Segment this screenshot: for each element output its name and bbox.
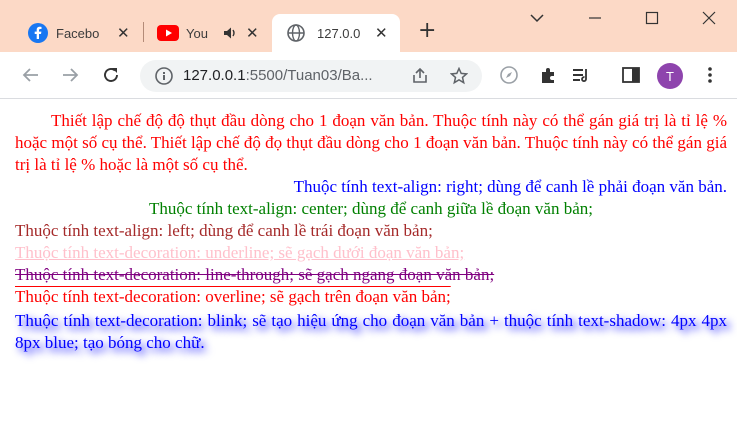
tab-label: You [186,25,208,41]
extensions-puzzle-icon[interactable] [538,64,560,86]
close-tab-icon[interactable]: ✕ [117,24,130,42]
browser-toolbar: 127.0.0.1:5500/Tuan03/Ba... [0,52,737,99]
forward-button[interactable] [59,64,81,86]
close-window-button[interactable] [697,6,721,30]
minimize-button[interactable] [583,6,607,30]
side-panel-icon[interactable] [620,64,642,86]
tab-search-icon[interactable] [525,6,549,30]
site-info-icon[interactable] [154,66,174,86]
url-path: :5500/Tuan03/Ba... [245,67,373,84]
text-indent-paragraph: Thiết lập chế độ độ thụt đầu dòng cho 1 … [15,111,727,174]
close-tab-icon[interactable]: ✕ [375,24,388,42]
text-align-center-paragraph: Thuộc tính text-align: center; dùng để c… [149,199,593,218]
url-text: 127.0.0.1:5500/Tuan03/Ba... [183,67,373,84]
new-tab-button[interactable]: + [418,18,436,43]
page-content: Thiết lập chế độ độ thụt đầu dòng cho 1 … [15,110,727,354]
share-icon[interactable] [411,67,429,85]
overline-paragraph: Thuộc tính text-decoration: overline; sẽ… [15,287,451,306]
tab-label: Facebo [56,25,100,41]
tab-youtube[interactable]: You ✕ [150,14,266,52]
tab-label: 127.0.0 [317,25,361,41]
text-align-left-paragraph: Thuộc tính text-align: left; dùng để can… [15,221,433,240]
url-host: 127.0.0.1 [183,67,246,84]
profile-avatar[interactable]: T [657,63,683,89]
address-bar[interactable]: 127.0.0.1:5500/Tuan03/Ba... [140,60,482,92]
bookmark-star-icon[interactable] [450,67,468,85]
media-control-icon[interactable] [570,64,592,86]
tab-facebook[interactable]: Facebo ✕ [22,14,138,52]
text-shadow-paragraph: Thuộc tính text-decoration: blink; sẽ tạ… [15,311,727,352]
speaker-icon[interactable] [223,26,237,40]
back-button[interactable] [20,64,42,86]
tab-separator [143,22,144,42]
youtube-icon [157,25,179,41]
reload-button[interactable] [100,64,122,86]
underline-paragraph: Thuộc tính text-decoration: underline; s… [15,243,465,262]
compass-extension-icon[interactable] [498,64,520,86]
globe-icon [287,24,305,42]
text-align-right-paragraph: Thuộc tính text-align: right; dùng để ca… [293,177,727,196]
maximize-button[interactable] [640,6,664,30]
facebook-icon [28,23,48,43]
menu-kebab-icon[interactable] [699,64,721,86]
tab-localhost-active[interactable]: 127.0.0 ✕ [272,14,400,52]
close-tab-icon[interactable]: ✕ [246,24,259,42]
line-through-paragraph: Thuộc tính text-decoration: line-through… [15,265,495,284]
